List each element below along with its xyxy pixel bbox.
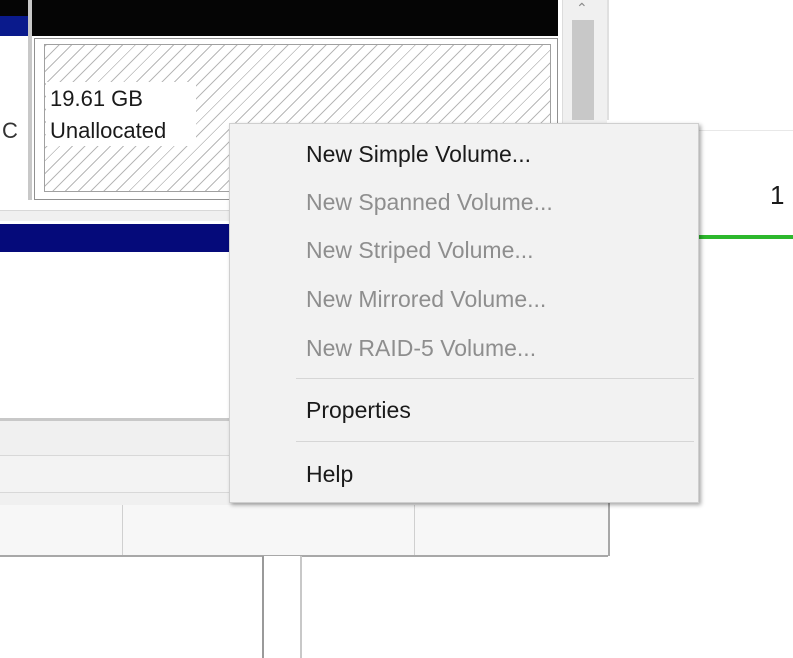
list-row[interactable] [0,505,608,557]
menu-item-new-simple-volume[interactable]: New Simple Volume... [306,134,531,174]
menu-item-properties[interactable]: Properties [306,390,411,430]
context-menu: New Simple Volume... New Spanned Volume.… [229,123,699,503]
column-divider [122,505,123,555]
scroll-up-arrow-icon[interactable]: ⌃ [576,0,588,17]
menu-item-new-spanned-volume: New Spanned Volume... [306,189,553,215]
menu-separator [296,378,694,379]
column-divider [414,505,415,555]
healthy-status-line [695,235,793,239]
right-partial-number: 1 [770,180,785,210]
partition-status: Unallocated [50,118,167,143]
menu-item-new-raid5-volume: New RAID-5 Volume... [306,335,537,361]
menu-item-new-mirrored-volume: New Mirrored Volume... [306,286,547,312]
disk-label-partial-text: C [2,118,18,143]
scrollbar-thumb[interactable] [572,20,594,120]
disk-label-separator [28,0,32,200]
disk-label-stripe [0,16,28,36]
lower-pane-column [262,556,302,658]
primary-partition-bar [0,224,240,252]
menu-item-help[interactable]: Help [306,454,353,494]
menu-separator [296,441,694,442]
partition-size: 19.61 GB [50,86,143,111]
menu-item-new-striped-volume: New Striped Volume... [306,237,534,263]
disk-header-bar [0,0,558,36]
panel-edge [607,0,609,120]
